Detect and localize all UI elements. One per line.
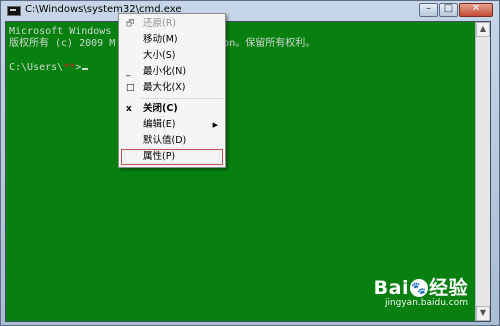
menu-item-move[interactable]: 移动(M) [119, 32, 225, 48]
paw-icon: 🐾 [409, 279, 428, 297]
minimize-button[interactable]: – [419, 3, 438, 17]
cmd-window: C:\Windows\system32\cmd.exe – □ ✕ Micros… [0, 0, 500, 326]
caption-buttons: – □ ✕ [418, 3, 493, 19]
close-icon: ✕ [471, 3, 481, 14]
system-context-menu: 🗗 还原(R) 移动(M) 大小(S) _ 最小化(N) □ 最大化(X) x … [118, 13, 226, 168]
scroll-down-icon: ▼ [479, 308, 487, 317]
console-line-2: 版权所有 (c) 2009 M [9, 38, 116, 49]
menu-separator [141, 98, 223, 99]
maximize-menu-icon: □ [126, 83, 135, 93]
watermark-logo: Bai 🐾 经验 [373, 277, 468, 299]
maximize-icon: □ [443, 3, 454, 14]
cmd-app-icon[interactable] [7, 6, 21, 16]
menu-item-defaults[interactable]: 默认值(D) [119, 133, 225, 149]
menu-item-properties[interactable]: 属性(P) [121, 149, 223, 165]
restore-icon: 🗗 [126, 19, 135, 29]
minimize-menu-icon: _ [126, 67, 131, 77]
close-button[interactable]: ✕ [459, 3, 493, 17]
console-area[interactable]: Microsoft Windows [ 版权所有 (c) 2009 M on。保留… [5, 21, 491, 322]
console-prompt: C:\Users\**> [9, 62, 89, 73]
title-bar[interactable]: C:\Windows\system32\cmd.exe – □ ✕ [1, 1, 499, 21]
scroll-up-button[interactable]: ▲ [476, 22, 490, 37]
submenu-arrow-icon: ▶ [212, 121, 218, 129]
scroll-up-icon: ▲ [479, 24, 487, 33]
console-line-1: Microsoft Windows [ [9, 26, 124, 37]
close-menu-icon: x [126, 104, 132, 114]
maximize-button[interactable]: □ [439, 3, 458, 17]
menu-item-size[interactable]: 大小(S) [119, 48, 225, 64]
scroll-down-button[interactable]: ▼ [476, 306, 490, 321]
text-cursor [82, 68, 89, 70]
minimize-icon: – [426, 3, 431, 14]
console-line-2-tail: on。保留所有权利。 [223, 38, 316, 49]
redacted-username: ** [63, 62, 76, 73]
menu-item-edit[interactable]: 编辑(E) ▶ [119, 117, 225, 133]
menu-item-minimize[interactable]: _ 最小化(N) [119, 64, 225, 80]
baidu-jingyan-watermark: Bai 🐾 经验 jingyan.baidu.com [374, 278, 468, 309]
menu-item-maximize[interactable]: □ 最大化(X) [119, 80, 225, 96]
menu-item-close[interactable]: x 关闭(C) [119, 101, 225, 117]
watermark-url: jingyan.baidu.com [384, 298, 468, 308]
menu-item-restore[interactable]: 🗗 还原(R) [119, 16, 225, 32]
vertical-scrollbar[interactable]: ▲ ▼ [475, 22, 490, 321]
